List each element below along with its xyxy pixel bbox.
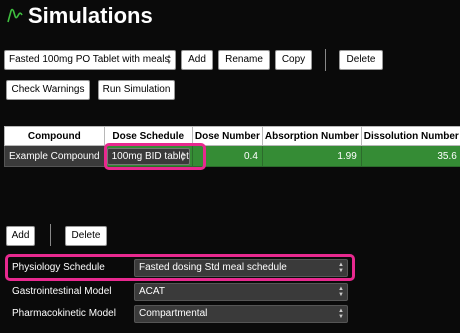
- row-actions-divider: [50, 224, 51, 246]
- dose-schedule-cell[interactable]: 100mg BID tablet ▲ ▼: [103, 145, 193, 167]
- delete-row-button[interactable]: Delete: [65, 226, 107, 246]
- table-header-row: Compound Dose Schedule Dose Number Absor…: [4, 126, 460, 146]
- gastrointestinal-model-label: Gastrointestinal Model: [12, 286, 112, 297]
- page-title: Simulations: [28, 3, 153, 28]
- select-spinner-icon: ▲ ▼: [166, 54, 172, 66]
- dose-number-cell[interactable]: 0.4: [191, 145, 263, 167]
- dissolution-number-cell[interactable]: 35.6: [360, 145, 460, 167]
- select-spinner-icon: ▲ ▼: [338, 286, 344, 298]
- rename-simulation-button[interactable]: Rename: [218, 50, 270, 70]
- delete-simulation-button[interactable]: Delete: [339, 50, 383, 70]
- compound-cell[interactable]: Example Compound: [4, 145, 105, 167]
- add-row-button[interactable]: Add: [6, 226, 35, 246]
- table-row[interactable]: Example Compound 100mg BID tablet ▲ ▼ 0.4…: [4, 145, 460, 167]
- add-simulation-button[interactable]: Add: [181, 50, 213, 70]
- column-header-compound[interactable]: Compound: [4, 126, 105, 146]
- select-spinner-icon: ▲ ▼: [338, 308, 344, 320]
- toolbar-divider: [325, 49, 326, 71]
- gastrointestinal-model-value: ACAT: [139, 286, 165, 297]
- simulation-select-value: Fasted 100mg PO Tablet with meals: [9, 54, 170, 65]
- select-spinner-icon: ▲ ▼: [179, 150, 186, 163]
- gastrointestinal-model-select[interactable]: ACAT ▲ ▼: [134, 283, 348, 301]
- column-header-dissolution-number[interactable]: Dissolution Number: [360, 126, 460, 146]
- simulation-select[interactable]: Fasted 100mg PO Tablet with meals ▲ ▼: [4, 50, 176, 70]
- dose-schedule-select[interactable]: 100mg BID tablet ▲ ▼: [106, 147, 190, 165]
- absorption-number-cell[interactable]: 1.99: [261, 145, 362, 167]
- check-warnings-button[interactable]: Check Warnings: [6, 80, 90, 100]
- simulation-curve-icon: [7, 8, 23, 23]
- run-simulation-button[interactable]: Run Simulation: [98, 80, 175, 100]
- column-header-absorption-number[interactable]: Absorption Number: [261, 126, 362, 146]
- physiology-schedule-label: Physiology Schedule: [12, 262, 105, 273]
- physiology-schedule-value: Fasted dosing Std meal schedule: [139, 262, 287, 273]
- pharmacokinetic-model-select[interactable]: Compartmental ▲ ▼: [134, 305, 348, 323]
- dose-schedule-value: 100mg BID tablet: [111, 150, 189, 162]
- compound-table: Compound Dose Schedule Dose Number Absor…: [4, 126, 460, 167]
- select-spinner-icon: ▲ ▼: [338, 262, 344, 274]
- pharmacokinetic-model-value: Compartmental: [139, 308, 208, 319]
- physiology-schedule-select[interactable]: Fasted dosing Std meal schedule ▲ ▼: [134, 259, 348, 277]
- copy-simulation-button[interactable]: Copy: [275, 50, 312, 70]
- pharmacokinetic-model-label: Pharmacokinetic Model: [12, 308, 116, 319]
- column-header-dose-number[interactable]: Dose Number: [191, 126, 263, 146]
- column-header-dose-schedule[interactable]: Dose Schedule: [103, 126, 193, 146]
